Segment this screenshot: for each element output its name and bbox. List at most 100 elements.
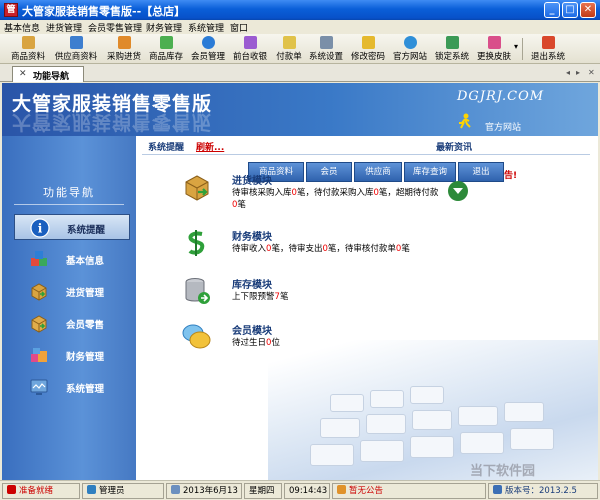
status-date: 2013年6月13日 [166, 483, 242, 499]
header-banner: 大管家服装销售零售版 大管家服装销售零售版 DGJRJ.COM 官方网站 [2, 83, 598, 136]
module-title: 财务模块 [232, 232, 272, 243]
menu-member-retail[interactable]: 会员零售管理 [88, 21, 142, 34]
minimize-button[interactable]: _ [544, 2, 560, 18]
menu-purchase[interactable]: 进货管理 [46, 21, 82, 34]
official-site-button[interactable]: 官方网站 [390, 35, 430, 63]
module-title: 库存模块 [232, 280, 272, 291]
status-notice: 暂无公告 [332, 483, 486, 499]
exit-system-button[interactable]: 退出系统 [528, 35, 568, 63]
tab-strip: ✕ 功能导航 ◂ ▸ ✕ [0, 64, 600, 82]
member-icon [201, 36, 215, 49]
sidebar: 功能导航 i 系统提醒 基本信息 进货管理 会员零售 财务管理 系统管理 [2, 136, 136, 480]
sidebar-item-basic-info[interactable]: 基本信息 [14, 246, 130, 272]
cart-icon [117, 36, 131, 49]
purchase-module: 进货模块 待审核采购入库0笔，待付款采购入库0笔，超期待付款0笔 [182, 172, 442, 218]
close-button[interactable]: ✕ [580, 2, 596, 18]
sidebar-item-system-manage[interactable]: 系统管理 [14, 374, 130, 400]
supplier-info-button[interactable]: 供应商资料 [52, 35, 100, 63]
chat-bubble-icon [182, 324, 211, 349]
menu-window[interactable]: 窗口 [230, 21, 248, 34]
menu-finance[interactable]: 财务管理 [146, 21, 182, 34]
download-icon[interactable] [446, 180, 470, 202]
system-settings-button[interactable]: 系统设置 [306, 35, 346, 63]
status-time: 09:14:43 [284, 483, 330, 499]
gifts-icon [31, 348, 47, 362]
sidebar-item-system-reminder[interactable]: i 系统提醒 [14, 214, 130, 240]
news-ticker-tail[interactable]: 告! [504, 168, 517, 181]
member-manage-button[interactable]: 会员管理 [188, 35, 228, 63]
globe-icon [403, 36, 417, 49]
window-title: 大管家服装销售零售版--【总店】 [22, 5, 186, 18]
more-dropdown-icon[interactable]: ▾ [514, 42, 518, 51]
tab-close-icon[interactable]: ✕ [19, 69, 27, 79]
member-module: 会员模块 待过生日0位 [182, 322, 442, 356]
database-icon [185, 278, 210, 304]
status-user: 管理员 [82, 483, 164, 499]
inventory-icon [159, 36, 173, 49]
inventory-button[interactable]: 商品库存 [146, 35, 186, 63]
banner-domain: DGJRJ.COM [457, 89, 545, 104]
version-icon [493, 485, 502, 494]
menu-bar: 基本信息 进货管理 会员零售管理 财务管理 系统管理 窗口 [0, 20, 600, 34]
palette-icon [487, 36, 501, 49]
main-panel: 系统提醒 刷新... 最新资讯 商品资料 会员 供应商 库存查询 退出 告! 进… [136, 136, 598, 480]
sidebar-item-purchase[interactable]: 进货管理 [14, 278, 130, 304]
change-skin-button[interactable]: 更换皮肤 [474, 35, 514, 63]
menu-basic-info[interactable]: 基本信息 [4, 21, 40, 34]
menu-system[interactable]: 系统管理 [188, 21, 224, 34]
payment-icon [282, 36, 296, 49]
status-icon [7, 485, 16, 494]
monitor-icon [30, 379, 48, 395]
purchase-button[interactable]: 采购进货 [104, 35, 144, 63]
status-ready: 准备就绪 [2, 483, 80, 499]
tab-function-nav[interactable]: ✕ 功能导航 [12, 66, 84, 82]
quick-exit-button[interactable]: 退出 [458, 162, 504, 182]
cashier-icon [243, 36, 257, 49]
module-description: 待审收入0笔，待审支出0笔，待审核付款单0笔 [232, 244, 410, 254]
latest-news-label: 最新资讯 [436, 143, 473, 153]
tab-scroll-right-icon[interactable]: ▸ [576, 68, 580, 77]
toolbar: 商品资料 供应商资料 采购进货 商品库存 会员管理 前台收银 付款单 系统设置 … [0, 34, 600, 64]
supplier-icon [69, 36, 83, 49]
content-divider [142, 154, 590, 155]
box-icon [31, 315, 47, 333]
running-man-icon[interactable] [457, 113, 473, 129]
system-reminder-label: 系统提醒 [148, 143, 185, 153]
app-icon: 管 [4, 3, 18, 17]
tab-label: 功能导航 [33, 72, 70, 82]
cashier-button[interactable]: 前台收银 [230, 35, 270, 63]
calendar-icon [171, 485, 180, 494]
finance-module: 财务模块 待审收入0笔，待审支出0笔，待审核付款单0笔 [182, 228, 442, 262]
module-description: 待审核采购入库0笔，待付款采购入库0笔，超期待付款0笔 [232, 188, 439, 210]
lock-system-button[interactable]: 锁定系统 [432, 35, 472, 63]
product-info-button[interactable]: 商品资料 [8, 35, 48, 63]
gear-icon [319, 36, 333, 49]
refresh-link[interactable]: 刷新... [196, 140, 224, 153]
sidebar-item-member-retail[interactable]: 会员零售 [14, 310, 130, 336]
payment-button[interactable]: 付款单 [272, 35, 306, 63]
change-password-button[interactable]: 修改密码 [348, 35, 388, 63]
exit-icon [541, 36, 555, 49]
keyboard-illustration [290, 384, 590, 474]
toolbar-separator [522, 38, 523, 60]
info-icon: i [30, 218, 50, 238]
module-description: 待过生日0位 [232, 338, 280, 348]
dollar-icon [188, 230, 205, 256]
box-icon [21, 36, 35, 49]
sidebar-divider [14, 204, 124, 205]
banner-title-reflection: 大管家服装销售零售版 [12, 111, 213, 133]
module-description: 上下限预警7笔 [232, 292, 289, 302]
lock-icon [445, 36, 459, 49]
sidebar-item-finance[interactable]: 财务管理 [14, 342, 130, 368]
watermark: 当下软件园 [470, 464, 536, 479]
notice-icon [337, 485, 346, 494]
title-bar: 管 大管家服装销售零售版--【总店】 _ □ ✕ [0, 0, 600, 20]
tab-scroll-left-icon[interactable]: ◂ [566, 68, 570, 77]
status-weekday: 星期四 [244, 483, 282, 499]
inventory-module: 库存模块 上下限预警7笔 [182, 276, 442, 310]
official-site-link[interactable]: 官方网站 [485, 120, 521, 133]
maximize-button[interactable]: □ [562, 2, 578, 18]
tab-close-all-icon[interactable]: ✕ [588, 68, 595, 77]
module-title: 会员模块 [232, 326, 272, 337]
blocks-icon [31, 251, 47, 266]
